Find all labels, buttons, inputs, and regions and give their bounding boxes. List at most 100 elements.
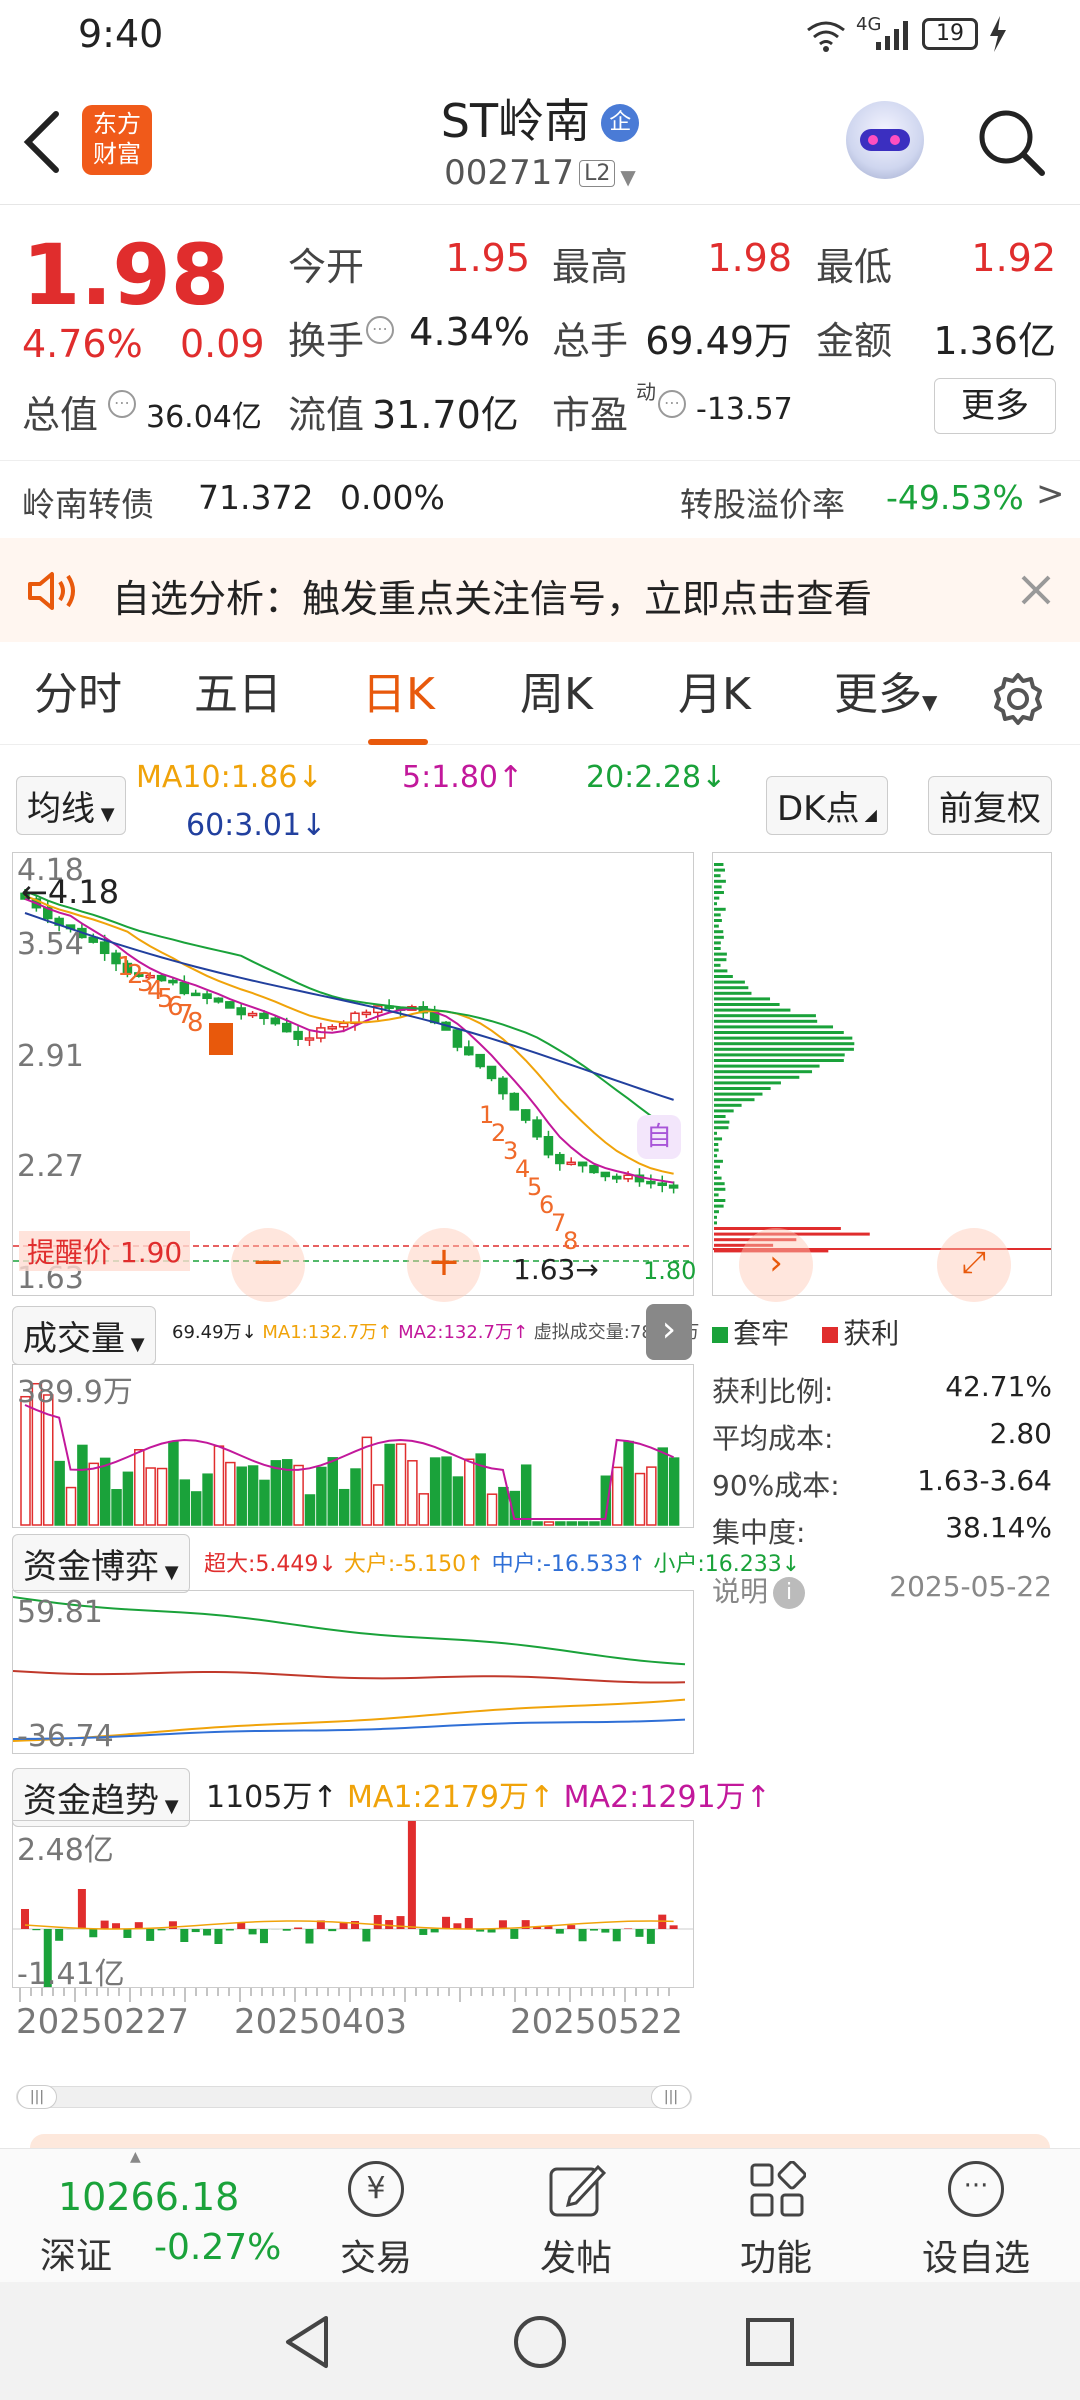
volume-bar [623,1440,634,1526]
chip-distribution[interactable]: › ⤢ [712,852,1052,1302]
chip-bar-trapped [714,1081,781,1085]
search-icon[interactable] [976,107,1046,177]
expand-icon[interactable]: ⤢ [937,1228,1011,1302]
adjust-select[interactable]: 前复权 [928,776,1052,835]
ma60-line [24,912,674,1101]
tab-intraday[interactable]: 分时 [34,645,122,745]
expand-panel-button[interactable]: › [646,1304,692,1360]
trend-value: 1105万↑ [206,1780,338,1815]
tab-daily-k[interactable]: 日K [362,645,435,745]
capital-game-select[interactable]: 资金博弈 ▼ [12,1534,190,1593]
volume-label: 总手 [552,319,629,363]
arrow-right-icon[interactable]: › [739,1228,813,1302]
index-widget[interactable]: ▲ 10266.18 深证 -0.27% [20,2149,290,2283]
tab-five-day[interactable]: 五日 [194,645,282,745]
nav-trade[interactable]: ¥ 交易 [276,2149,476,2283]
status-time: 9:40 [78,12,164,56]
notice-bar[interactable]: 自选分析：触发重点关注信号，立即点击查看 [0,538,1080,642]
chip-bar-trapped [714,1014,816,1018]
caret-down-icon: ▼ [620,165,636,189]
trend-bar [578,1929,587,1942]
tab-monthly-k[interactable]: 月K [678,645,751,745]
nav-add-watchlist[interactable]: ··· 设自选 [876,2149,1076,2283]
chip-bar-trapped [714,924,719,928]
recents-square-icon[interactable] [744,2316,796,2368]
edit-icon [549,2164,606,2217]
caret-down-icon: ▼ [159,1562,179,1583]
back-triangle-icon[interactable] [282,2314,334,2370]
chip-bar-trapped [714,975,733,978]
volume-bar [464,1458,475,1526]
candle-body [202,993,212,1000]
chip-bar-trapped [714,902,717,906]
alert-price[interactable]: 提醒价 1.90 [19,1231,191,1271]
chevron-right-icon[interactable]: > [1036,474,1065,514]
volume-bar [99,1457,111,1526]
info-icon[interactable]: ⋯ [366,316,394,344]
tab-more[interactable]: 更多▼ [834,645,937,745]
trend-bar [21,1909,29,1929]
chip-bar-trapped [714,1070,813,1074]
gear-icon[interactable] [990,671,1046,727]
volume-chart[interactable]: 389.9万 [12,1364,694,1528]
pe-value: -13.57 [696,392,793,427]
kline-svg: 12345678912345678 [13,888,693,1262]
tab-weekly-k[interactable]: 周K [520,645,593,745]
candle-body [304,1037,315,1041]
dk-point-select[interactable]: DK点 ◢ [766,776,888,835]
volume-bar [566,1521,577,1526]
trend-bar [225,1929,234,1931]
zoom-in-button[interactable]: + [407,1228,481,1302]
scroll-handle-left[interactable]: ||| [17,2085,57,2109]
close-icon[interactable] [1020,574,1052,606]
nav-post[interactable]: 发帖 [476,2149,676,2283]
chip-bar-trapped [714,1154,718,1158]
more-button[interactable]: 更多 [934,378,1056,434]
chip-note-label[interactable]: 说明 [712,1575,768,1608]
company-badge: 企 [601,104,640,142]
ma-select[interactable]: 均线 ▼ [16,776,126,835]
scroll-handle-right[interactable]: ||| [651,2085,691,2109]
chip-bar-trapped [714,907,726,911]
robot-assistant-icon[interactable] [846,101,924,179]
chip-bar-trapped [714,1210,719,1214]
chart-tabs: 分时 五日 日K 周K 月K 更多▼ [0,645,1080,745]
quote-panel: 1.98 4.76% 0.09 今开 1.95 最高 1.98 最低 1.92 … [0,206,1080,536]
stock-name: ST岭南 [440,94,591,148]
bond-name[interactable]: 岭南转债 [22,478,154,526]
capital-trend-select[interactable]: 资金趋势 ▼ [12,1768,190,1827]
trend-bar [635,1929,644,1937]
home-circle-icon[interactable] [512,2314,568,2370]
volume-bar [247,1465,259,1526]
status-bar: 9:40 4G 19 [0,0,1080,75]
info-icon[interactable]: ⋯ [658,390,686,418]
volume-bar [225,1461,236,1526]
trend-bar [589,1929,598,1931]
capital-trend-chart[interactable]: 2.48亿 -1.41亿 [12,1820,694,1992]
trend-bar [123,1929,132,1938]
capital-game-chart[interactable]: 59.81 -36.74 [12,1590,694,1754]
range-scrollbar[interactable]: ||| ||| [16,2085,692,2109]
info-icon[interactable]: ⋯ [108,390,136,418]
game-y-top: 59.81 [17,1595,103,1630]
chip-bar-trapped [714,1193,719,1197]
candle-body [577,1161,588,1167]
self-select-tag[interactable]: 自 [637,1115,681,1159]
volume-select[interactable]: 成交量 ▼ [12,1306,156,1365]
chip-bar-trapped [714,1025,834,1029]
volume-select-label: 成交量 [23,1319,125,1359]
volume-bar [179,1479,191,1526]
volume-bar [338,1488,350,1526]
candle-body [168,979,178,984]
nav-functions[interactable]: 功能 [676,2149,876,2283]
ma60-value: 60:3.01↓ [186,808,327,843]
kline-chart[interactable]: 12345678912345678 4.18 3.54 2.91 2.27 1.… [12,852,696,1302]
info-icon[interactable]: i [773,1577,806,1609]
zoom-out-button[interactable]: − [231,1228,305,1302]
trend-bar [601,1929,610,1933]
sequence-count: 8 [563,1227,578,1255]
candle-body [498,1077,508,1095]
trend-bar [624,1928,633,1929]
trend-bar [55,1929,64,1941]
volume-bar [293,1464,304,1526]
